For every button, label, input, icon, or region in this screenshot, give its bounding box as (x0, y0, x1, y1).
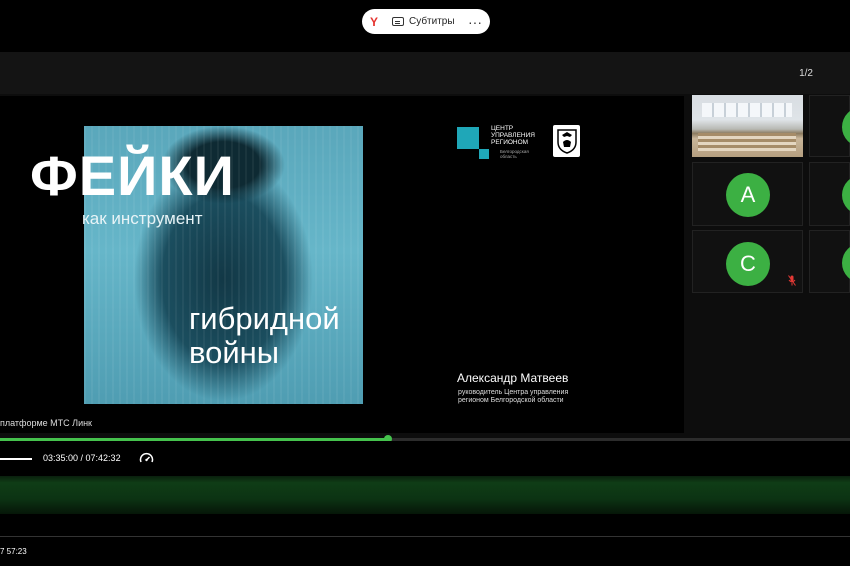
volume-slider[interactable] (0, 458, 32, 460)
slide-subtitle-2-line1: гибридной (189, 301, 340, 336)
mic-muted-icon (788, 275, 796, 286)
logo-text: ЦЕНТР УПРАВЛЕНИЯ РЕГИОНОМ (491, 125, 535, 146)
region-center-logo-icon (457, 127, 489, 159)
presentation-slide: ФЕЙКИ как инструмент гибридной войны ЦЕН… (0, 96, 684, 433)
taskbar-clock: 7 57:23 (0, 547, 27, 556)
participant-tile-partial-1[interactable] (809, 95, 850, 157)
platform-caption: платформе МТС Линк (0, 418, 92, 428)
player-controls: 03:35:00 / 07:42:32 (0, 441, 850, 476)
gauge-icon[interactable] (139, 451, 154, 466)
page-counter: 1/2 (799, 68, 813, 79)
divider (0, 536, 850, 537)
meeting-header: 1/2 (0, 52, 850, 94)
participant-tile-a[interactable]: А (692, 162, 803, 226)
avatar: А (726, 173, 770, 217)
coat-of-arms-icon (553, 125, 580, 157)
participant-video-room[interactable] (692, 95, 803, 157)
time-display: 03:35:00 / 07:42:32 (43, 453, 121, 463)
participant-tile-partial-3[interactable] (809, 230, 850, 293)
yandex-icon[interactable]: Y (370, 15, 384, 29)
avatar: С (726, 242, 770, 286)
emblem-shape (556, 129, 577, 154)
browser-toolbar-pill: Y Субтитры ··· (362, 9, 490, 34)
participant-tile-c[interactable]: С (692, 230, 803, 293)
speaker-role: руководитель Центра управления регионом … (458, 389, 569, 404)
logo-region: Белгородская область (500, 149, 529, 159)
subtitles-icon (392, 17, 404, 26)
avatar (842, 175, 850, 215)
slide-subtitle-2: гибридной войны (189, 302, 340, 370)
avatar (842, 243, 850, 283)
avatar (842, 107, 850, 147)
green-band (0, 476, 850, 514)
slide-subtitle-2-line2: войны (189, 335, 280, 370)
more-icon[interactable]: ··· (468, 15, 482, 29)
slide-title: ФЕЙКИ (30, 144, 235, 207)
slide-subtitle-1: как инструмент (82, 209, 203, 228)
speaker-name: Александр Матвеев (457, 371, 569, 385)
participant-tile-partial-2[interactable] (809, 162, 850, 226)
subtitles-button[interactable]: Субтитры (409, 16, 468, 27)
